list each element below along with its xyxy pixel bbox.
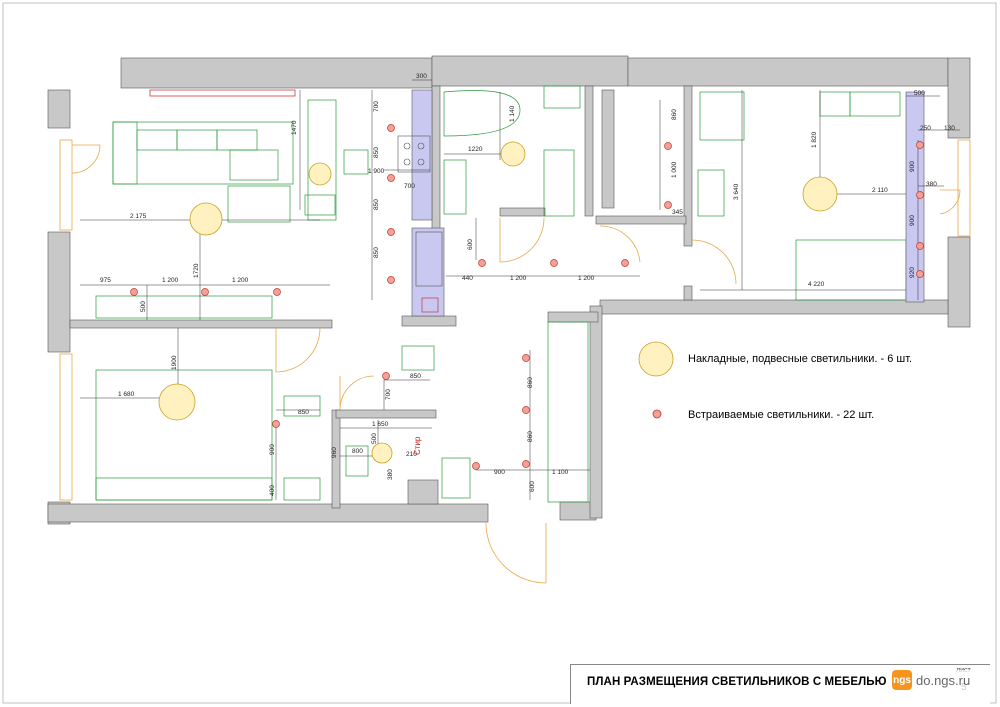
legend-recessed-label: Встраиваемые светильники. - 22 шт. — [688, 409, 874, 421]
recessed-light-icon — [382, 372, 390, 380]
dim-label: 3 640 — [733, 183, 740, 200]
recessed-light-icon — [664, 142, 672, 150]
dim-label: 850 — [373, 247, 380, 258]
dim-label: 1470 — [291, 120, 298, 135]
pendant-light-icon — [189, 202, 223, 236]
pendant-light-icon — [500, 141, 526, 167]
dim-label: 1 900 — [368, 168, 385, 175]
dim-label: 850 — [410, 373, 421, 380]
dim-label: 860 — [527, 431, 534, 442]
recessed-light-icon — [201, 288, 209, 296]
dim-label: 975 — [100, 277, 111, 284]
recessed-light-icon — [387, 276, 395, 284]
dim-label: 1 000 — [671, 161, 678, 178]
legend: Накладные, подвесные светильники. - 6 шт… — [638, 341, 912, 421]
dim-label: 500 — [914, 90, 925, 97]
dim-label: 700 — [385, 389, 392, 400]
dim-label: 400 — [269, 485, 276, 496]
dim-label: 960 — [331, 447, 338, 458]
plan-title: ПЛАН РАЗМЕЩЕНИЯ СВЕТИЛЬНИКОВ С МЕБЕЛЬЮ — [587, 676, 887, 688]
dim-label: 850 — [373, 199, 380, 210]
legend-pendant-label: Накладные, подвесные светильники. - 6 шт… — [688, 353, 912, 365]
pendant-light-icon — [802, 176, 838, 212]
watermark: ngs do.ngs.ru — [892, 670, 971, 690]
pendant-light-icon — [371, 442, 393, 464]
dim-label: 860 — [671, 109, 678, 120]
dim-label: 1 200 — [162, 277, 179, 284]
dim-label: 850 — [298, 409, 309, 416]
dim-label: 345 — [672, 209, 683, 216]
pendant-light-icon — [308, 162, 332, 186]
dim-label: 1 200 — [578, 275, 595, 282]
dim-label: 130 — [944, 125, 955, 132]
dim-label: 500 — [371, 433, 378, 444]
dim-label: 1 100 — [552, 469, 569, 476]
dim-label: 1720 — [193, 263, 200, 278]
recessed-light-icon — [522, 354, 530, 362]
recessed-light-icon — [916, 270, 924, 278]
dim-label: 250 — [920, 125, 931, 132]
dim-label: 900 — [909, 215, 916, 226]
recessed-light-icon — [387, 124, 395, 132]
dimension-lines — [80, 79, 960, 500]
dim-label: 380 — [926, 181, 937, 188]
dim-label: 1 200 — [510, 275, 527, 282]
dim-label: 1900 — [171, 355, 178, 370]
floor-plan: 300 1470 700 850 1 900 700 850 850 1 140… — [2, 2, 997, 704]
washer-label: Стир — [413, 436, 422, 455]
recessed-light-icon — [916, 191, 924, 199]
recessed-light-icon — [272, 420, 280, 428]
ngs-logo-icon: ngs — [892, 670, 912, 690]
dim-label: 1 140 — [509, 105, 516, 122]
dim-label: 700 — [404, 183, 415, 190]
dim-label: 2 175 — [130, 213, 147, 220]
dim-label: 1 200 — [232, 277, 249, 284]
recessed-light-icon — [916, 141, 924, 149]
furniture — [95, 85, 907, 503]
dim-label: 1 650 — [372, 421, 389, 428]
dim-label: 1220 — [468, 146, 483, 153]
recessed-light-icon — [522, 406, 530, 414]
pendant-light-icon — [158, 383, 196, 421]
dim-label: 850 — [373, 147, 380, 158]
dim-label: 2 110 — [872, 187, 888, 194]
dim-label: 800 — [352, 448, 363, 455]
dim-label: 860 — [527, 377, 534, 388]
recessed-light-icon — [664, 201, 672, 209]
dim-label: 600 — [529, 481, 536, 492]
watermark-text: do.ngs.ru — [916, 672, 971, 688]
recessed-light-icon — [387, 228, 395, 236]
recessed-light-icon — [478, 259, 486, 267]
dimension-labels: 300 1470 700 850 1 900 700 850 850 1 140… — [100, 73, 955, 496]
recessed-light-icon — [621, 259, 629, 267]
dim-label: 900 — [909, 161, 916, 172]
dim-label: 500 — [140, 301, 147, 312]
dim-label: 900 — [269, 444, 276, 455]
dim-label: 1 680 — [118, 391, 135, 398]
recessed-light-icon — [472, 462, 480, 470]
dim-label: 600 — [467, 239, 474, 250]
dim-label: 700 — [373, 101, 380, 112]
recessed-light-icon — [130, 288, 138, 296]
dim-label: 4 220 — [808, 281, 825, 288]
legend-recessed-icon — [652, 409, 662, 419]
dim-label: 920 — [909, 267, 916, 278]
dim-label: 900 — [494, 469, 505, 476]
recessed-light-icon — [273, 288, 281, 296]
recessed-light-icon — [387, 174, 395, 182]
recessed-light-icon — [916, 242, 924, 250]
dim-label: 440 — [462, 275, 473, 282]
recessed-light-icon — [522, 460, 530, 468]
dim-label: 300 — [416, 73, 427, 80]
recessed-light-icon — [550, 259, 558, 267]
dim-label: 1 820 — [811, 131, 818, 148]
legend-pendant-icon — [638, 341, 674, 377]
dim-label: 380 — [387, 469, 394, 480]
